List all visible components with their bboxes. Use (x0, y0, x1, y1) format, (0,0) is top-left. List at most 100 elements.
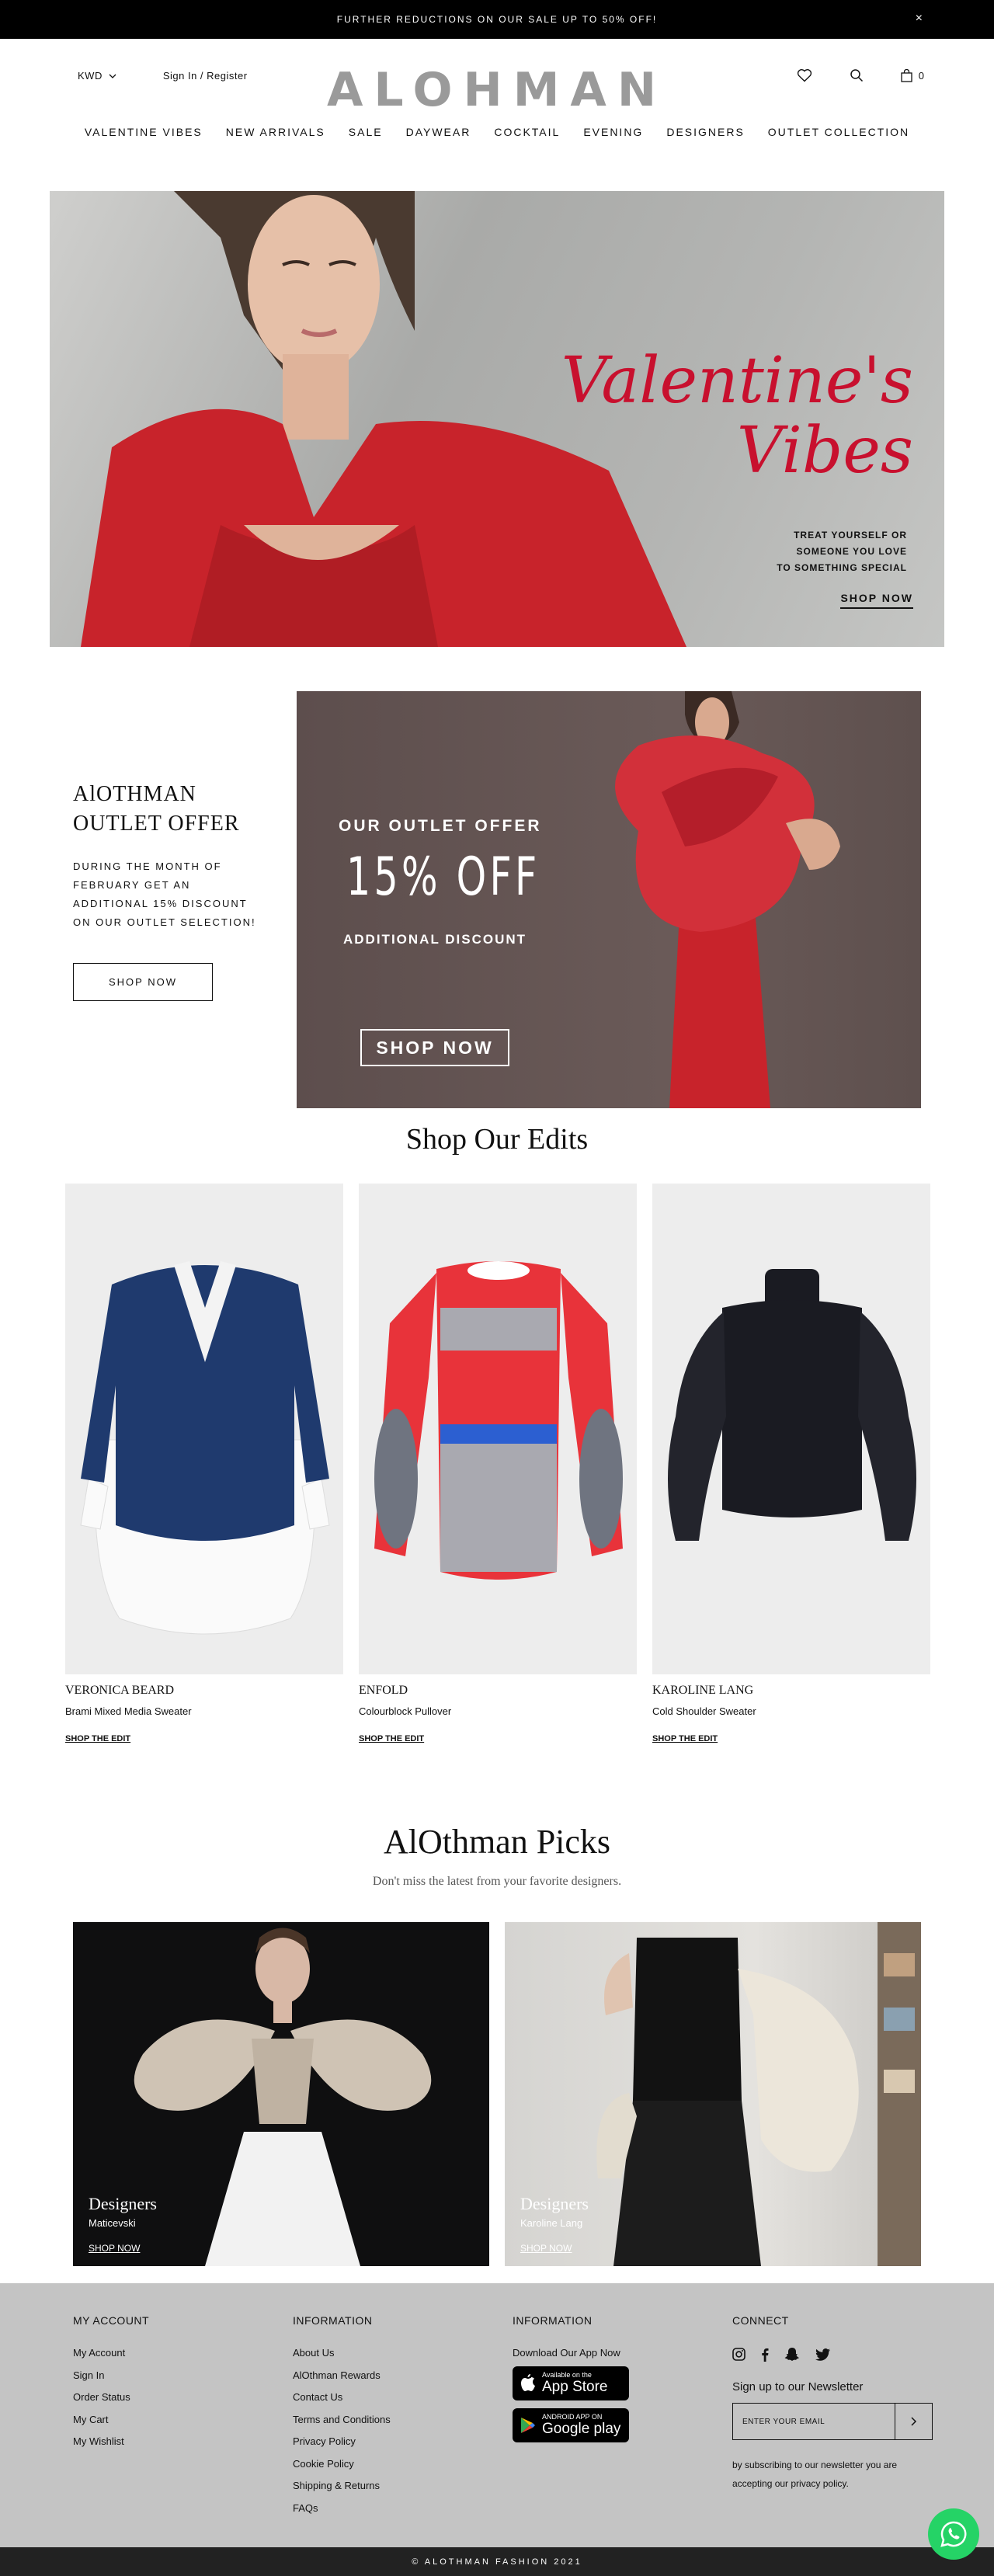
shop-the-edit-link[interactable]: SHOP THE EDIT (65, 1734, 343, 1743)
main-nav: VALENTINE VIBES NEW ARRIVALS SALE DAYWEA… (0, 126, 994, 138)
footer-my-account-title: MY ACCOUNT (73, 2314, 150, 2327)
black-turtleneck-image (668, 1269, 916, 1541)
footer-link-my-cart[interactable]: My Cart (73, 2414, 149, 2425)
app-store-small-text: Available on the (542, 2371, 592, 2379)
outlet-shop-now-button[interactable]: SHOP NOW (73, 963, 213, 1001)
promo-message[interactable]: FURTHER REDUCTIONS ON OUR SALE UP TO 50%… (337, 14, 658, 25)
edit-card[interactable]: VERONICA BEARD Brami Mixed Media Sweater… (65, 1184, 343, 1743)
outlet-title-line1: AlOTHMAN (73, 782, 196, 806)
footer-link-shipping-returns[interactable]: Shipping & Returns (293, 2480, 391, 2491)
footer-link-about-us[interactable]: About Us (293, 2347, 391, 2359)
hero-tagline: TREAT YOURSELF OR SOMEONE YOU LOVE TO SO… (777, 527, 907, 576)
footer-information: INFORMATION About Us AlOthman Rewards Co… (293, 2314, 391, 2524)
pick-caption: Designers Karoline Lang SHOP NOW (520, 2194, 589, 2254)
footer-link-contact-us[interactable]: Contact Us (293, 2391, 391, 2403)
colourblock-pullover-image (374, 1261, 623, 1580)
shop-the-edit-link[interactable]: SHOP THE EDIT (652, 1734, 930, 1743)
google-play-small-text: ANDROID APP ON (542, 2413, 603, 2421)
newsletter-note: by subscribing to our newsletter you are… (732, 2460, 898, 2489)
nav-daywear[interactable]: DAYWEAR (406, 126, 471, 138)
snapchat-icon[interactable] (784, 2347, 800, 2362)
google-play-icon (521, 2418, 535, 2433)
newsletter-email-input[interactable]: ENTER YOUR EMAIL (732, 2403, 895, 2440)
whatsapp-button[interactable] (928, 2508, 979, 2560)
promo-bar: FURTHER REDUCTIONS ON OUR SALE UP TO 50%… (0, 0, 994, 39)
outlet-banner-subheading: ADDITIONAL DISCOUNT (343, 932, 527, 947)
hero-banner[interactable]: Valentine's Vibes TREAT YOURSELF OR SOME… (50, 191, 944, 647)
footer-link-privacy-policy[interactable]: Privacy Policy (293, 2435, 391, 2447)
pick-shop-now-link[interactable]: SHOP NOW (520, 2243, 589, 2254)
logo[interactable]: ALOHMAN (299, 63, 695, 117)
pick-designer-name: Maticevski (89, 2217, 136, 2229)
currency-selector[interactable]: KWD (78, 70, 116, 82)
logo-text: ALOHMAN (326, 62, 668, 117)
nav-valentine-vibes[interactable]: VALENTINE VIBES (85, 126, 203, 138)
newsletter-title: Sign up to our Newsletter (732, 2380, 864, 2393)
twitter-icon[interactable] (815, 2348, 831, 2361)
edit-image[interactable] (359, 1184, 637, 1674)
hero-title: Valentine's Vibes (561, 346, 913, 486)
nav-sale[interactable]: SALE (349, 126, 383, 138)
copyright-text: © ALOTHMAN FASHION 2021 (412, 2557, 582, 2567)
navy-sweater-image (80, 1261, 330, 1635)
edit-card[interactable]: KAROLINE LANG Cold Shoulder Sweater SHOP… (652, 1184, 930, 1743)
edit-brand: KAROLINE LANG (652, 1684, 754, 1697)
hero-title-line1: Valentine's (561, 344, 913, 418)
nav-cocktail[interactable]: COCKTAIL (494, 126, 560, 138)
footer-connect-title: CONNECT (732, 2314, 789, 2327)
cart-button[interactable]: 0 (901, 68, 924, 82)
currency-label: KWD (78, 70, 103, 82)
shop-the-edit-link[interactable]: SHOP THE EDIT (359, 1734, 637, 1743)
pick-shop-now-link[interactable]: SHOP NOW (89, 2243, 157, 2254)
nav-new-arrivals[interactable]: NEW ARRIVALS (226, 126, 325, 138)
app-store-badge[interactable]: Available on the App Store (513, 2366, 629, 2400)
pick-caption: Designers Maticevski SHOP NOW (89, 2194, 157, 2254)
pick-label: Designers (89, 2194, 157, 2213)
pick-card[interactable]: Designers Karoline Lang SHOP NOW (505, 1922, 921, 2266)
edit-product-name: Colourblock Pullover (359, 1705, 452, 1717)
download-app-text: Download Our App Now (513, 2347, 620, 2359)
edit-image[interactable] (652, 1184, 930, 1674)
newsletter-submit-button[interactable] (895, 2403, 933, 2440)
outlet-banner-discount: 15% OFF (346, 846, 540, 908)
footer-connect: CONNECT Sign up to our Newsletter ENTER … (732, 2314, 934, 2493)
footer-link-sign-in[interactable]: Sign In (73, 2369, 149, 2381)
google-play-badge[interactable]: ANDROID APP ON Google play (513, 2408, 629, 2442)
footer-link-faqs[interactable]: FAQs (293, 2502, 391, 2514)
outlet-title: AlOTHMAN OUTLET OFFER (73, 780, 259, 839)
hero-shop-now-link[interactable]: SHOP NOW (840, 592, 913, 609)
outlet-banner-heading: OUR OUTLET OFFER (339, 817, 542, 835)
close-icon[interactable]: × (916, 12, 924, 26)
footer-link-terms[interactable]: Terms and Conditions (293, 2414, 391, 2425)
hero-tag-line1: TREAT YOURSELF OR (794, 530, 907, 541)
footer-my-account: MY ACCOUNT My Account Sign In Order Stat… (73, 2314, 149, 2458)
search-icon[interactable] (850, 68, 864, 82)
outlet-banner[interactable]: OUR OUTLET OFFER 15% OFF ADDITIONAL DISC… (297, 691, 921, 1108)
wishlist-heart-icon[interactable] (797, 68, 812, 82)
edit-card[interactable]: ENFOLD Colourblock Pullover SHOP THE EDI… (359, 1184, 637, 1743)
pick-designer-name: Karoline Lang (520, 2217, 583, 2229)
footer-link-cookie-policy[interactable]: Cookie Policy (293, 2458, 391, 2470)
footer-link-order-status[interactable]: Order Status (73, 2391, 149, 2403)
sign-in-link[interactable]: Sign In / Register (163, 70, 248, 82)
footer-app: INFORMATION Download Our App Now Availab… (513, 2314, 629, 2442)
outlet-description: DURING THE MONTH OF FEBRUARY GET AN ADDI… (73, 860, 256, 928)
whatsapp-icon (940, 2521, 967, 2547)
instagram-icon[interactable] (732, 2348, 746, 2361)
edit-brand: ENFOLD (359, 1684, 408, 1697)
nav-designers[interactable]: DESIGNERS (666, 126, 744, 138)
footer-link-my-account[interactable]: My Account (73, 2347, 149, 2359)
footer-link-rewards[interactable]: AlOthman Rewards (293, 2369, 391, 2381)
outlet-banner-shop-now-button[interactable]: SHOP NOW (360, 1029, 509, 1066)
outlet-title-line2: OUTLET OFFER (73, 812, 240, 836)
newsletter-form: ENTER YOUR EMAIL (732, 2403, 934, 2440)
nav-evening[interactable]: EVENING (583, 126, 643, 138)
facebook-icon[interactable] (761, 2348, 769, 2362)
picks-section-title: AlOthman Picks (383, 1823, 611, 1861)
pick-card[interactable]: Designers Maticevski SHOP NOW (73, 1922, 489, 2266)
edit-brand: VERONICA BEARD (65, 1684, 175, 1697)
footer-link-my-wishlist[interactable]: My Wishlist (73, 2435, 149, 2447)
edit-image[interactable] (65, 1184, 343, 1674)
chevron-right-icon (910, 2417, 916, 2426)
nav-outlet-collection[interactable]: OUTLET COLLECTION (768, 126, 909, 138)
